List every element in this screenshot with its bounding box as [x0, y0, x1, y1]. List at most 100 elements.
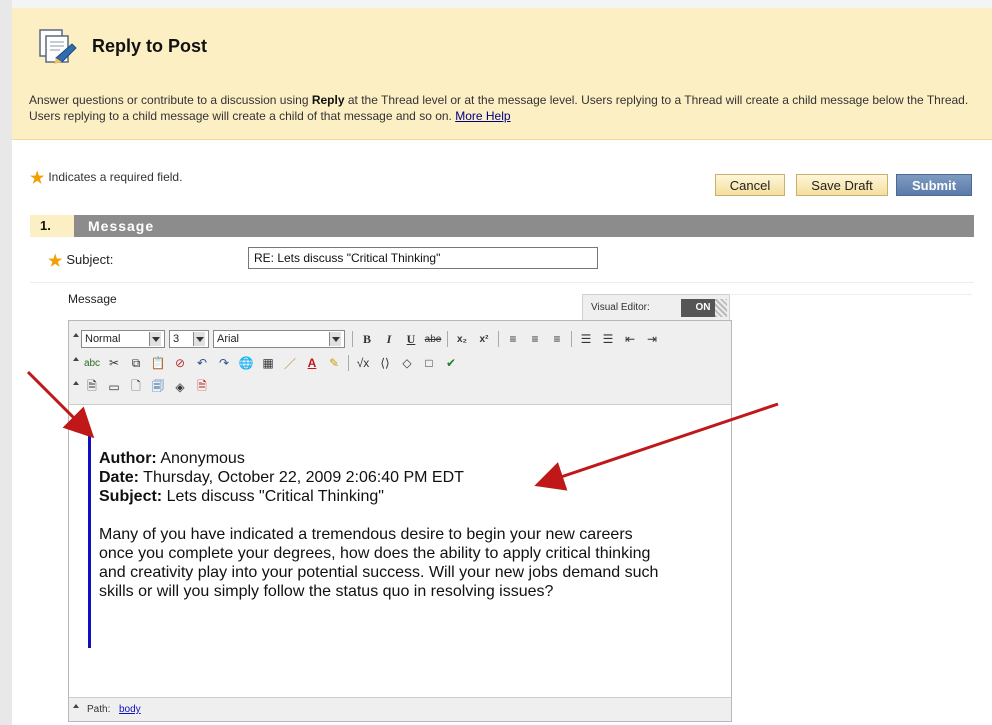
undo-icon[interactable]: ↶ — [191, 353, 213, 373]
align-right-icon[interactable]: ≡ — [546, 329, 568, 349]
format-select-value: Normal — [85, 333, 121, 345]
submit-button[interactable]: Submit — [896, 174, 972, 196]
copy-icon[interactable]: ⧉ — [125, 353, 147, 373]
font-size-select-value: 3 — [173, 333, 180, 345]
math-icon[interactable]: √x — [352, 353, 374, 373]
quote-date-label: Date: — [99, 469, 140, 486]
required-star-icon: ★ — [48, 253, 63, 270]
editor-toolbar: Normal 3 Arial B I U abe x₂ x² ≡ ≡ ≡ ☰ ☰… — [69, 321, 731, 405]
page-title: Reply to Post — [92, 36, 208, 56]
editor-content-area[interactable]: Author: Anonymous Date: Thursday, Octobe… — [69, 405, 731, 699]
indent-icon[interactable]: ⇥ — [641, 329, 663, 349]
page-header: Reply to Post Answer questions or contri… — [12, 8, 992, 140]
page-instructions: Answer questions or contribute to a disc… — [29, 92, 979, 124]
message-label: Message — [68, 292, 117, 306]
toolbar-row-1: Normal 3 Arial B I U abe x₂ x² ≡ ≡ ≡ ☰ ☰… — [71, 327, 663, 351]
align-center-icon[interactable]: ≡ — [524, 329, 546, 349]
toggle-off-side — [715, 299, 727, 317]
visual-editor-label: Visual Editor: — [591, 302, 650, 313]
quote-subject-label: Subject: — [99, 488, 163, 505]
align-left-icon[interactable]: ≡ — [502, 329, 524, 349]
italic-icon[interactable]: I — [378, 329, 400, 349]
subject-label: ★ Subject: — [48, 251, 113, 271]
attachment-icon[interactable]: ◈ — [169, 377, 191, 397]
visual-editor-state: ON — [695, 302, 711, 313]
table-icon[interactable]: ▦ — [257, 353, 279, 373]
bold-icon[interactable]: B — [356, 329, 378, 349]
required-note-text: Indicates a required field. — [48, 170, 183, 184]
toolbar-separator — [447, 331, 448, 347]
text-color-icon[interactable]: A — [301, 353, 323, 373]
quote-subject: Lets discuss "Critical Thinking" — [162, 488, 384, 505]
chevron-down-icon — [149, 332, 161, 346]
collapse-toolbar-icon[interactable] — [71, 329, 81, 349]
superscript-icon[interactable]: x² — [473, 329, 495, 349]
link-icon[interactable]: 🌐 — [235, 353, 257, 373]
line-icon[interactable]: ／ — [279, 353, 301, 373]
font-family-select-value: Arial — [217, 333, 240, 345]
underline-icon[interactable]: U — [400, 329, 422, 349]
rich-text-editor: Normal 3 Arial B I U abe x₂ x² ≡ ≡ ≡ ☰ ☰… — [68, 320, 732, 722]
media-icon[interactable]: 🗋 — [125, 377, 147, 397]
toolbar-row-3: 🗎 ▭ 🗋 🗐 ◈ 🗎 — [71, 375, 213, 399]
quote-body: Many of you have indicated a tremendous … — [99, 526, 659, 600]
unordered-list-icon[interactable]: ☰ — [597, 329, 619, 349]
subscript-icon[interactable]: x₂ — [451, 329, 473, 349]
save-draft-button[interactable]: Save Draft — [796, 174, 888, 196]
toolbar-row-2: abc ✂ ⧉ 📋 ⊘ ↶ ↷ 🌐 ▦ ／ A ✎ √x ⟨⟩ ◇ □ ✔ — [71, 351, 462, 375]
font-family-select[interactable]: Arial — [213, 330, 345, 348]
insert-file-icon[interactable]: 🗐 — [147, 377, 169, 397]
reply-post-icon — [39, 29, 77, 64]
section-header: 1. Message — [30, 215, 974, 237]
paste-icon[interactable]: 📋 — [147, 353, 169, 373]
quote-date-line: Date: Thursday, October 22, 2009 2:06:40… — [99, 468, 659, 487]
check-icon[interactable]: ✔ — [440, 353, 462, 373]
font-size-select[interactable]: 3 — [169, 330, 209, 348]
subject-input[interactable] — [248, 247, 598, 269]
window-frame-left — [0, 0, 12, 725]
paste-text-icon[interactable]: 🗎 — [81, 377, 103, 397]
html-icon[interactable]: ⟨⟩ — [374, 353, 396, 373]
section-number: 1. — [30, 215, 74, 237]
preview-icon[interactable]: □ — [418, 353, 440, 373]
cancel-button[interactable]: Cancel — [715, 174, 785, 196]
redo-icon[interactable]: ↷ — [213, 353, 235, 373]
divider — [732, 294, 972, 295]
section-title: Message — [88, 218, 155, 234]
strikethrough-icon[interactable]: abe — [422, 329, 444, 349]
subject-label-text: Subject: — [66, 252, 114, 267]
intro-text-bold: Reply — [311, 93, 345, 107]
quote-author: Anonymous — [156, 450, 245, 467]
toolbar-separator — [348, 355, 349, 371]
pdf-icon[interactable]: 🗎 — [191, 377, 213, 397]
highlight-icon[interactable]: ✎ — [323, 353, 345, 373]
spellcheck-icon[interactable]: abc — [81, 353, 103, 373]
required-field-note: ★ Indicates a required field. — [30, 168, 182, 188]
format-select[interactable]: Normal — [81, 330, 165, 348]
more-help-link[interactable]: More Help — [455, 109, 510, 123]
quote-date: Thursday, October 22, 2009 2:06:40 PM ED… — [139, 469, 464, 486]
quote-subject-line: Subject: Lets discuss "Critical Thinking… — [99, 487, 659, 506]
outdent-icon[interactable]: ⇤ — [619, 329, 641, 349]
editor-path-bar: Path: body — [69, 697, 731, 721]
quote-author-label: Author: — [99, 450, 157, 467]
collapse-pathbar-icon[interactable] — [71, 700, 81, 720]
cut-icon[interactable]: ✂ — [103, 353, 125, 373]
ordered-list-icon[interactable]: ☰ — [575, 329, 597, 349]
visual-editor-toggle-area: Visual Editor: ON — [582, 294, 730, 320]
quote-bar — [88, 430, 91, 648]
collapse-toolbar-icon[interactable] — [71, 377, 81, 397]
quoted-post: Author: Anonymous Date: Thursday, Octobe… — [99, 449, 659, 601]
path-body-link[interactable]: body — [119, 704, 141, 715]
required-star-icon: ★ — [30, 170, 45, 187]
quote-author-line: Author: Anonymous — [99, 449, 659, 468]
chevron-down-icon — [193, 332, 205, 346]
toolbar-separator — [498, 331, 499, 347]
window-frame-top — [0, 0, 992, 8]
path-label: Path: — [87, 704, 111, 715]
unlink-icon[interactable]: ⊘ — [169, 353, 191, 373]
code-icon[interactable]: ◇ — [396, 353, 418, 373]
toolbar-separator — [571, 331, 572, 347]
image-icon[interactable]: ▭ — [103, 377, 125, 397]
collapse-toolbar-icon[interactable] — [71, 353, 81, 373]
